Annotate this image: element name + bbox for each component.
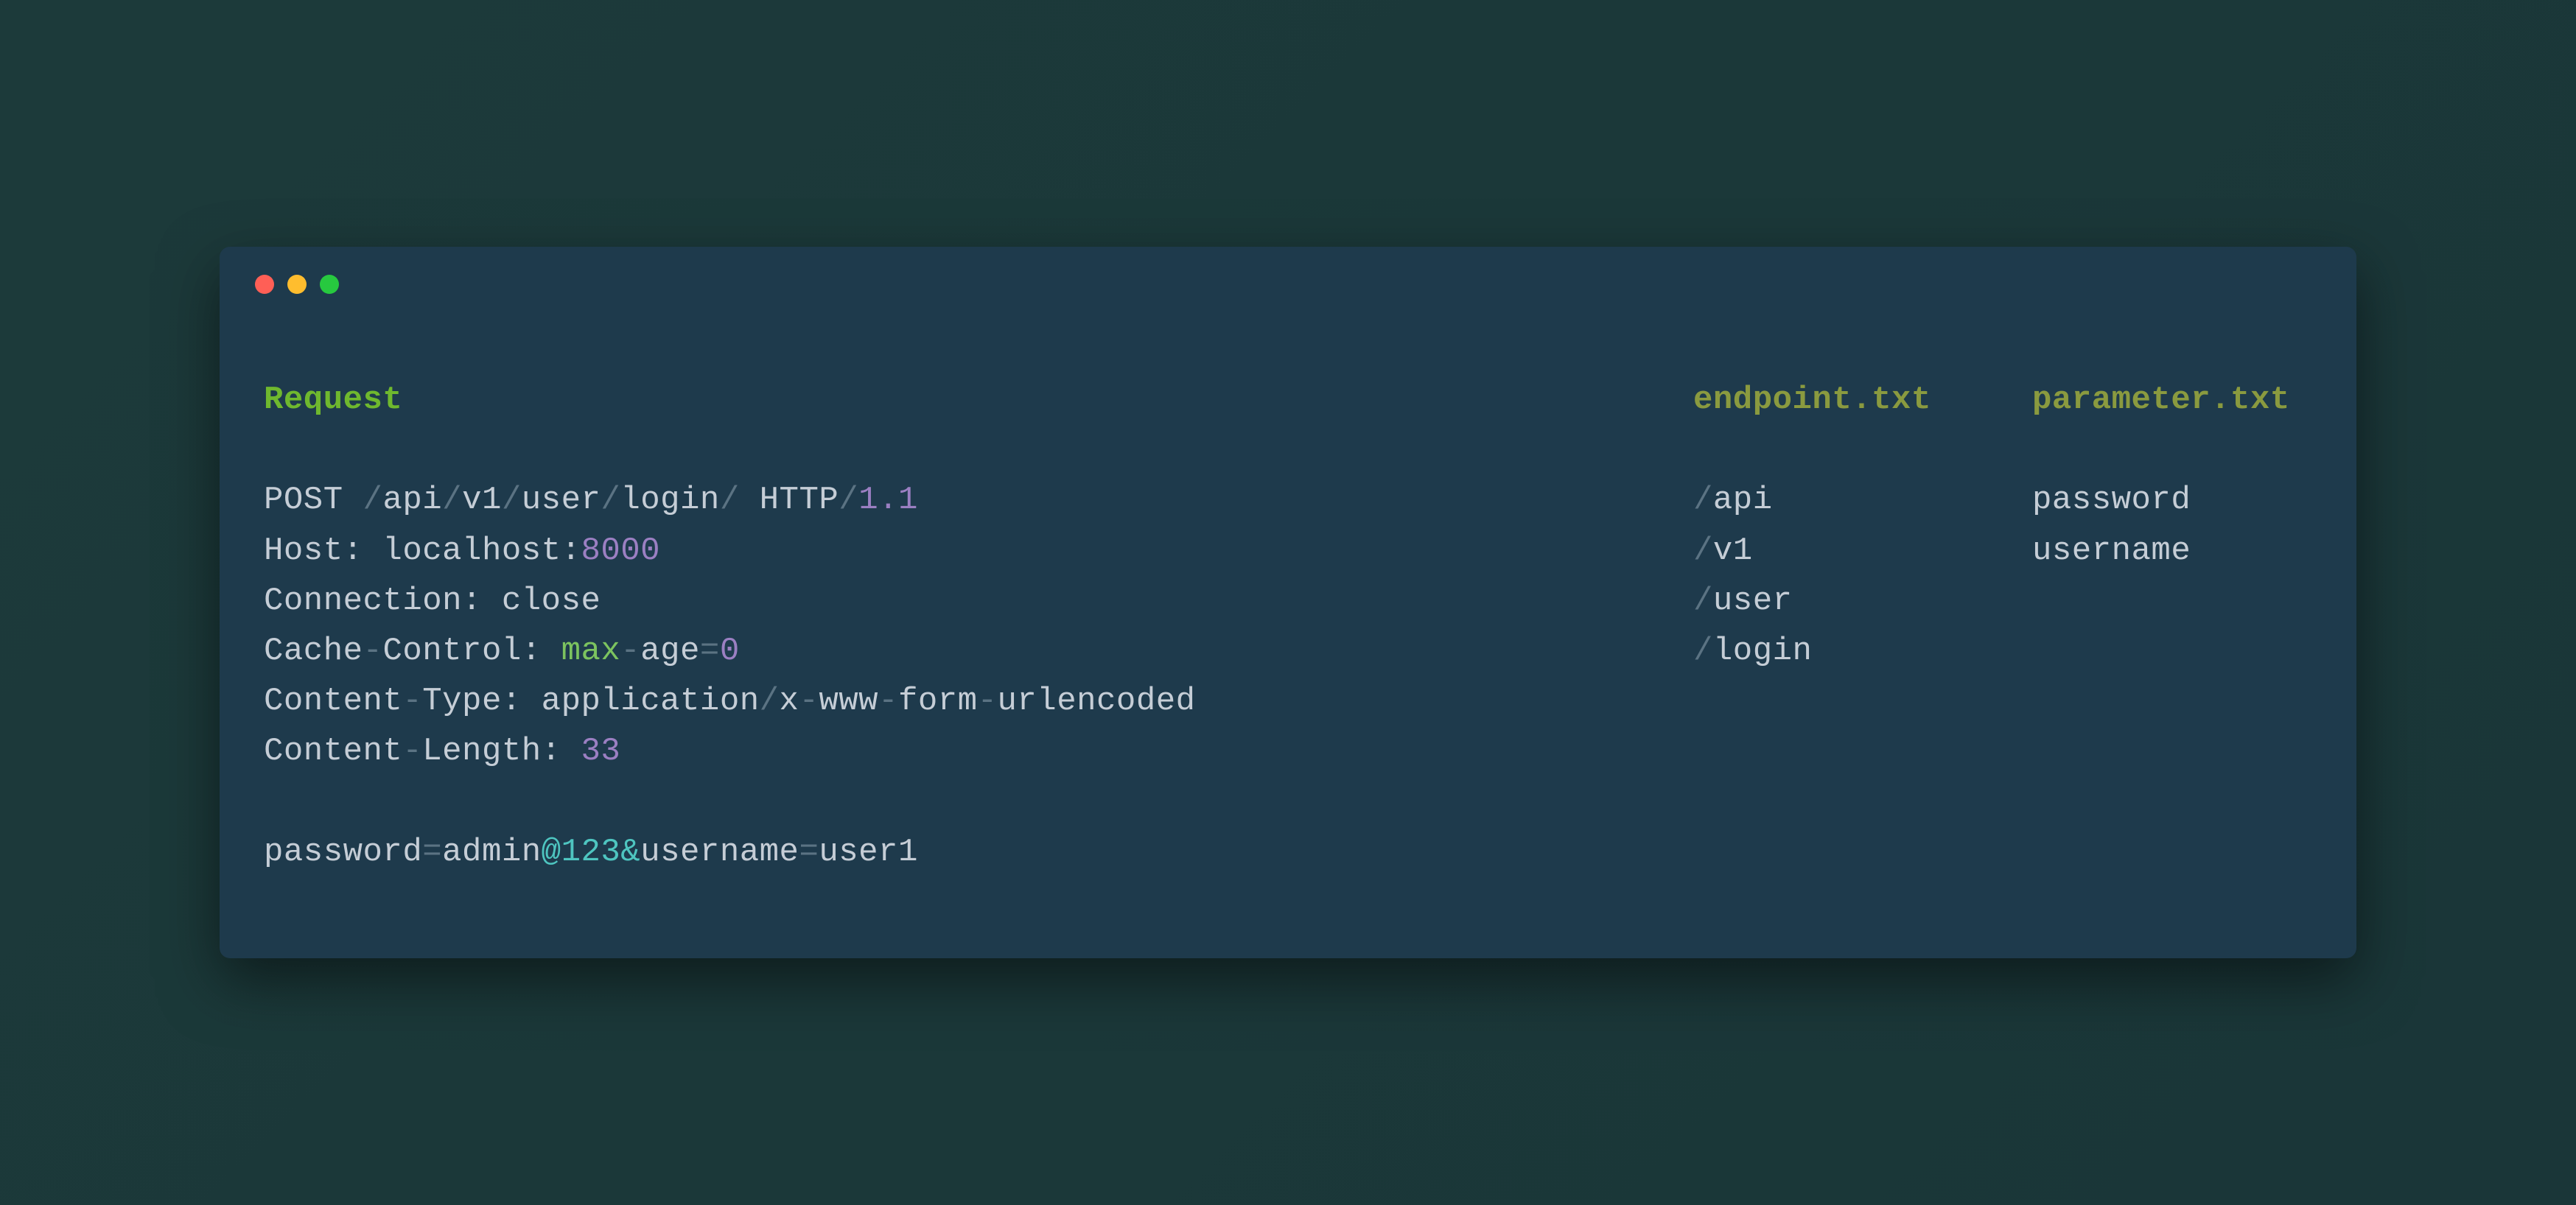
dash: -	[878, 683, 898, 720]
window-titlebar	[220, 247, 2356, 294]
body-key: password	[264, 834, 422, 871]
host-header: Host: localhost:8000	[264, 526, 1664, 576]
parameter-item: password	[2032, 475, 2312, 525]
path-slash: /	[839, 482, 858, 519]
endpoint-item: /user	[1693, 576, 2003, 626]
content-type-header: Content-Type: application/x-www-form-url…	[264, 676, 1664, 726]
length-word: Length:	[422, 733, 581, 770]
http-version: 1.1	[858, 482, 918, 519]
request-line: POST /api/v1/user/login/ HTTP/1.1	[264, 475, 1664, 525]
content-word: Content	[264, 733, 402, 770]
maximize-icon[interactable]	[320, 275, 339, 294]
dash: -	[363, 633, 383, 670]
parameter-column: parameter.txt password username	[2003, 375, 2312, 877]
endpoint-heading: endpoint.txt	[1693, 375, 2003, 425]
endpoint-column: endpoint.txt /api /v1 /user /login	[1664, 375, 2003, 877]
slash: /	[1693, 533, 1713, 569]
dash: -	[402, 683, 422, 720]
endpoint-item: /api	[1693, 475, 2003, 525]
equals: =	[700, 633, 720, 670]
path-segment: user	[522, 482, 601, 519]
minimize-icon[interactable]	[287, 275, 307, 294]
connection-header: Connection: close	[264, 576, 1664, 626]
cache-control-header: Cache-Control: max-age=0	[264, 626, 1664, 676]
request-heading: Request	[264, 375, 1664, 425]
dash: -	[799, 683, 819, 720]
host-label: Host: localhost:	[264, 533, 581, 569]
content-word: Content	[264, 683, 402, 720]
age-word: age	[640, 633, 700, 670]
control-word: Control:	[382, 633, 561, 670]
content-length-header: Content-Length: 33	[264, 726, 1664, 776]
path-segment: login	[620, 482, 720, 519]
equals: =	[799, 834, 819, 871]
dash: -	[978, 683, 998, 720]
www-word: www	[819, 683, 878, 720]
dash: -	[402, 733, 422, 770]
dash: -	[620, 633, 640, 670]
slash: /	[1693, 633, 1713, 670]
x-word: x	[780, 683, 799, 720]
host-port: 8000	[581, 533, 660, 569]
blank-line	[2032, 425, 2312, 475]
http-method: POST	[264, 482, 363, 519]
path-slash: /	[442, 482, 462, 519]
length-value: 33	[581, 733, 620, 770]
form-word: form	[898, 683, 978, 720]
endpoint-segment: v1	[1713, 533, 1753, 569]
path-slash: /	[720, 482, 740, 519]
path-slash: /	[363, 482, 383, 519]
equals: =	[422, 834, 442, 871]
endpoint-item: /v1	[1693, 526, 2003, 576]
endpoint-item: /login	[1693, 626, 2003, 676]
body-special: @123&	[542, 834, 641, 871]
slash: /	[760, 683, 780, 720]
close-icon[interactable]	[255, 275, 274, 294]
parameter-heading: parameter.txt	[2032, 375, 2312, 425]
blank-line	[264, 425, 1664, 475]
cache-word: Cache	[264, 633, 363, 670]
type-word: Type: application	[422, 683, 759, 720]
body-value: user1	[819, 834, 918, 871]
path-slash: /	[601, 482, 620, 519]
max-word: max	[561, 633, 621, 670]
code-content: Request POST /api/v1/user/login/ HTTP/1.…	[220, 294, 2356, 877]
request-column: Request POST /api/v1/user/login/ HTTP/1.…	[264, 375, 1664, 877]
slash: /	[1693, 482, 1713, 519]
zero-value: 0	[720, 633, 740, 670]
path-slash: /	[502, 482, 522, 519]
path-segment: api	[382, 482, 442, 519]
path-segment: v1	[462, 482, 502, 519]
blank-line	[264, 777, 1664, 827]
blank-line	[1693, 425, 2003, 475]
body-value: admin	[442, 834, 542, 871]
code-window: Request POST /api/v1/user/login/ HTTP/1.…	[220, 247, 2356, 958]
parameter-item: username	[2032, 526, 2312, 576]
slash: /	[1693, 583, 1713, 619]
http-word: HTTP	[740, 482, 839, 519]
body-key: username	[640, 834, 799, 871]
request-body: password=admin@123&username=user1	[264, 827, 1664, 877]
endpoint-segment: login	[1713, 633, 1813, 670]
urlencoded-word: urlencoded	[998, 683, 1196, 720]
endpoint-segment: api	[1713, 482, 1773, 519]
endpoint-segment: user	[1713, 583, 1793, 619]
